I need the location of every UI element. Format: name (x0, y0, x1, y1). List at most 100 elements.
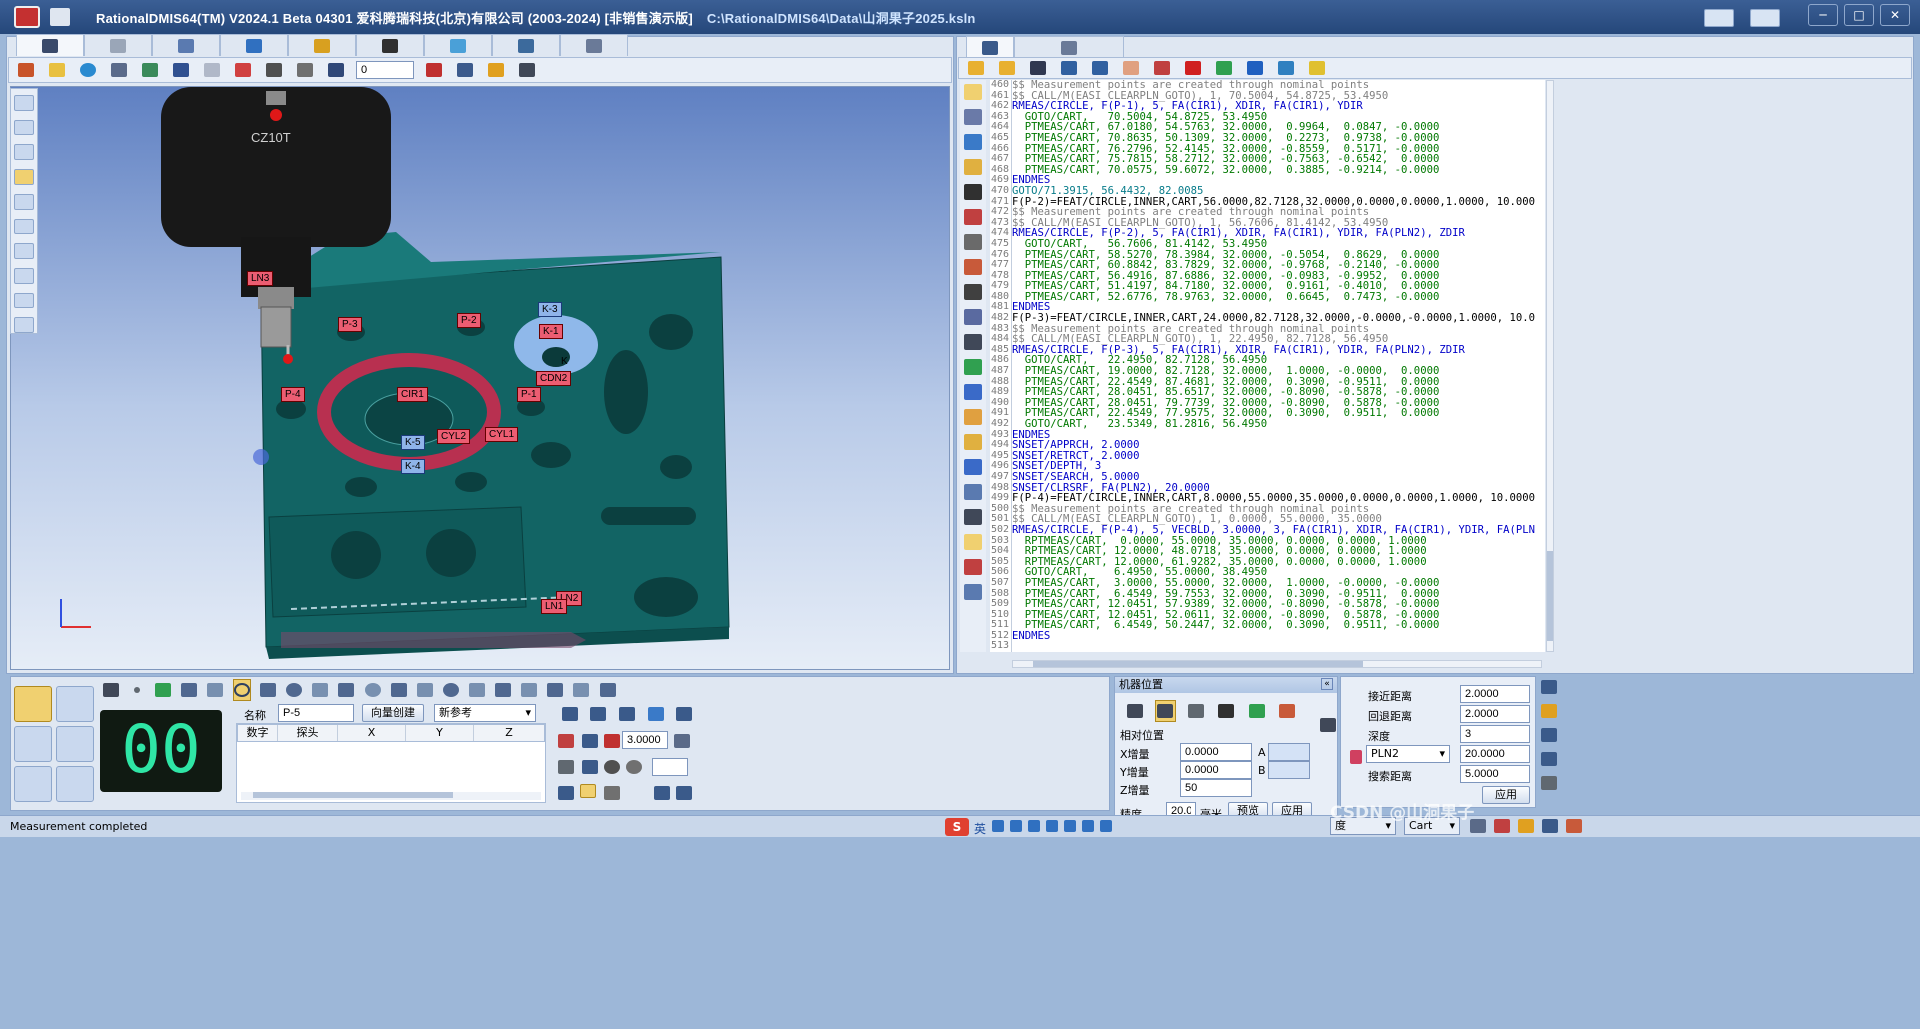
stop-hand-icon[interactable] (1120, 57, 1142, 79)
machine-home-icon[interactable] (1277, 700, 1299, 722)
joystick-icon[interactable] (964, 184, 982, 200)
clamp-icon[interactable] (558, 760, 574, 774)
pointer-probe-icon[interactable] (454, 59, 476, 81)
probe-tool-8-icon[interactable] (14, 292, 34, 309)
feature-label-p4[interactable]: P-4 (281, 387, 305, 402)
arc-icon[interactable] (260, 679, 277, 701)
dmis-code-editor[interactable]: $$ Measurement points are created throug… (1011, 80, 1545, 652)
pin-icon[interactable] (14, 95, 34, 111)
axis-align-icon[interactable] (964, 309, 982, 325)
status-pen-icon[interactable] (1518, 819, 1534, 833)
cursor-icon[interactable] (516, 59, 538, 81)
depth-icon[interactable] (674, 734, 690, 748)
surface-icon[interactable] (495, 679, 512, 701)
color-icon[interactable] (232, 59, 254, 81)
tab-sensor[interactable] (356, 34, 424, 56)
monitor-icon[interactable] (964, 459, 982, 475)
circle-icon[interactable] (232, 679, 251, 701)
points-grid[interactable]: 数字 探头 X Y Z (236, 723, 546, 803)
plane-select[interactable]: PLN2 ▾ (1366, 745, 1450, 763)
probe-tool-4-icon[interactable] (14, 193, 34, 210)
probe-down-icon[interactable] (558, 786, 574, 800)
tab-tools[interactable] (1014, 36, 1124, 58)
side-paste-icon[interactable] (1541, 752, 1557, 766)
save-icon[interactable] (1027, 57, 1049, 79)
chart-option-icon[interactable] (589, 703, 609, 725)
code-line[interactable]: SNSET/SEARCH, 5.0000 (1012, 472, 1545, 483)
ime-apps-icon[interactable] (1082, 820, 1094, 832)
vector-create-button[interactable]: 向量创建 (362, 704, 424, 722)
code-line[interactable]: PTMEAS/CART, 3.0000, 55.0000, 32.0000, 1… (1012, 578, 1545, 589)
feature-label-p2[interactable]: P-2 (457, 313, 481, 328)
cylinder-icon[interactable] (312, 679, 329, 701)
code-line[interactable]: RMEAS/CIRCLE, F(P-4), 5, VECBLD, 3.0000,… (1012, 525, 1545, 536)
house-icon[interactable] (964, 259, 982, 275)
code-line[interactable]: GOTO/71.3915, 56.4432, 82.0085 (1012, 186, 1545, 197)
machine-arm-icon[interactable] (1185, 700, 1207, 722)
settings-icon[interactable] (294, 59, 316, 81)
page-icon[interactable] (964, 534, 982, 550)
machine-side-icon[interactable] (1320, 718, 1336, 732)
probe-mode-icon[interactable] (14, 686, 52, 722)
machine-add-icon[interactable] (1246, 700, 1268, 722)
outdent-icon[interactable] (1089, 57, 1111, 79)
layer-icon[interactable] (964, 134, 982, 150)
feature-label-cyl2[interactable]: CYL2 (437, 429, 471, 444)
feature-name-input[interactable] (278, 704, 354, 722)
feature-label-k5[interactable]: K-5 (401, 435, 425, 450)
machine-active-icon[interactable] (1154, 700, 1177, 722)
export-icon[interactable] (964, 559, 982, 575)
probe-tip-icon[interactable] (604, 786, 620, 800)
flag-end-icon[interactable] (676, 786, 692, 800)
code-line[interactable]: PTMEAS/CART, 52.6776, 78.9763, 32.0000, … (1012, 292, 1545, 303)
feature-label-k1[interactable]: K-1 (539, 324, 563, 339)
code-line[interactable] (1012, 641, 1545, 652)
feature-label-p1[interactable]: P-1 (517, 387, 541, 402)
step-icon[interactable] (1275, 57, 1297, 79)
torus-icon[interactable] (442, 679, 459, 701)
gear-feature-icon[interactable] (573, 679, 590, 701)
plane-icon[interactable] (964, 234, 982, 250)
grid-option-icon[interactable] (674, 703, 694, 725)
flag-play-icon[interactable] (654, 786, 670, 800)
tab-report[interactable] (560, 34, 628, 56)
delete-icon[interactable] (1182, 57, 1204, 79)
status-machine-icon[interactable] (1542, 819, 1558, 833)
z-increment-input[interactable] (1180, 779, 1252, 797)
feature-label-cir1[interactable]: CIR1 (397, 387, 428, 402)
search-distance-input[interactable] (1460, 765, 1530, 783)
editor-hscrollbar[interactable] (1012, 660, 1542, 668)
tab-program[interactable] (966, 36, 1014, 58)
status-probe-icon[interactable] (1470, 819, 1486, 833)
feature-label-k3[interactable]: K-3 (538, 302, 562, 317)
probe-tool-5-icon[interactable] (14, 218, 34, 235)
offset-input[interactable] (622, 731, 668, 749)
brush-icon[interactable] (1306, 57, 1328, 79)
add-icon[interactable] (964, 359, 982, 375)
edge-point-icon[interactable] (547, 679, 564, 701)
machine-probe-icon[interactable] (1124, 700, 1146, 722)
code-line[interactable]: GOTO/CART, 56.7606, 81.4142, 53.4950 (1012, 239, 1545, 250)
execute-icon[interactable] (964, 84, 982, 100)
status-home-icon[interactable] (1566, 819, 1582, 833)
tab-machine[interactable] (220, 34, 288, 56)
reference-select[interactable]: 新参考 ▾ (434, 704, 536, 722)
ruler-mode-icon[interactable] (56, 686, 94, 722)
depth-input[interactable] (1460, 725, 1530, 743)
minimize-button[interactable]: ─ (1808, 4, 1838, 26)
feature-label-k4[interactable]: K-4 (401, 459, 425, 474)
list-view-icon[interactable] (964, 384, 982, 400)
path-icon[interactable] (599, 679, 616, 701)
approach-input[interactable] (1460, 685, 1530, 703)
ime-language[interactable]: 英 (974, 820, 986, 837)
code-line[interactable]: $$ Measurement points are created throug… (1012, 80, 1545, 91)
machine-joystick-icon[interactable] (1216, 700, 1238, 722)
indent-icon[interactable] (1058, 57, 1080, 79)
code-line[interactable]: PTMEAS/CART, 70.8635, 50.1309, 32.0000, … (1012, 133, 1545, 144)
measure-icon[interactable] (485, 59, 507, 81)
layout-icon[interactable] (1704, 9, 1734, 27)
pan-icon[interactable] (139, 59, 161, 81)
probe-tool-6-icon[interactable] (14, 243, 34, 259)
box-feature-icon[interactable] (416, 679, 433, 701)
probe-tool-1-icon[interactable] (14, 119, 34, 136)
